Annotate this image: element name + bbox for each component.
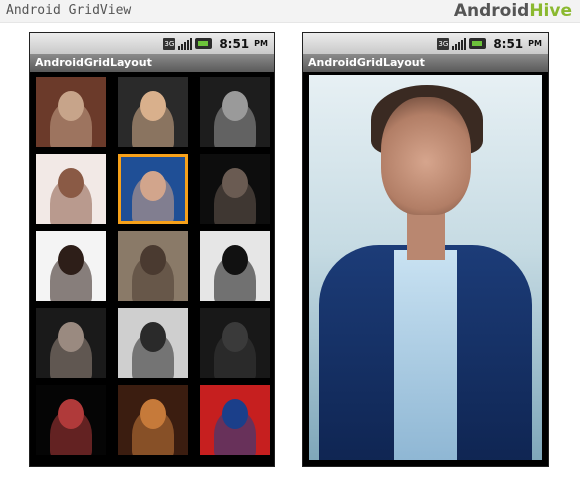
brand-logo: AndroidHive xyxy=(454,1,572,21)
brand-logo-part2: Hive xyxy=(529,1,572,21)
grid-thumbnail[interactable] xyxy=(36,308,106,378)
signal-icon xyxy=(452,37,467,50)
status-bar: 3G 8:51 PM xyxy=(30,33,274,54)
thumbnail-face xyxy=(222,91,248,121)
grid-thumbnail[interactable] xyxy=(200,231,270,301)
thumbnail-face xyxy=(58,322,84,352)
grid-thumbnail[interactable] xyxy=(118,77,188,147)
phone-screen-gridview: 3G 8:51 PM AndroidGridLayout xyxy=(29,32,275,467)
thumbnail-face xyxy=(140,91,166,121)
image-grid xyxy=(36,77,270,455)
status-icons: 3G 8:51 PM xyxy=(437,36,542,51)
battery-icon xyxy=(469,38,487,49)
thumbnail-face xyxy=(58,245,84,275)
network-3g-icon: 3G xyxy=(437,37,450,50)
portrait-shirt xyxy=(394,250,457,460)
thumbnail-face xyxy=(140,322,166,352)
grid-thumbnail[interactable] xyxy=(36,231,106,301)
phone-screen-fullimage: 3G 8:51 PM AndroidGridLayout xyxy=(302,32,549,467)
grid-thumbnail[interactable] xyxy=(200,308,270,378)
battery-icon xyxy=(195,38,213,49)
thumbnail-face xyxy=(222,168,248,198)
page-header: Android GridView AndroidHive xyxy=(0,0,580,23)
app-title-bar: AndroidGridLayout xyxy=(30,54,274,72)
signal-icon xyxy=(178,37,193,50)
grid-thumbnail[interactable] xyxy=(118,385,188,455)
status-bar: 3G 8:51 PM xyxy=(303,33,548,54)
status-icons: 3G 8:51 PM xyxy=(163,36,268,51)
grid-thumbnail[interactable] xyxy=(36,77,106,147)
thumbnail-face xyxy=(140,171,166,201)
grid-thumbnail[interactable] xyxy=(200,385,270,455)
status-time: 8:51 xyxy=(493,36,524,51)
status-ampm: PM xyxy=(528,39,542,48)
thumbnail-face xyxy=(140,245,166,275)
grid-thumbnail[interactable] xyxy=(200,154,270,224)
thumbnail-face xyxy=(58,399,84,429)
portrait-head xyxy=(381,97,471,215)
full-image-view[interactable] xyxy=(309,75,542,460)
grid-thumbnail[interactable] xyxy=(118,308,188,378)
thumbnail-face xyxy=(222,322,248,352)
status-ampm: PM xyxy=(254,39,268,48)
thumbnail-face xyxy=(58,168,84,198)
page-title: Android GridView xyxy=(6,3,132,18)
thumbnail-face xyxy=(58,91,84,121)
grid-thumbnail[interactable] xyxy=(118,231,188,301)
thumbnail-face xyxy=(140,399,166,429)
brand-logo-part1: Android xyxy=(453,1,530,21)
app-title-bar: AndroidGridLayout xyxy=(303,54,548,72)
network-3g-icon: 3G xyxy=(163,37,176,50)
grid-thumbnail[interactable] xyxy=(36,385,106,455)
grid-thumbnail[interactable] xyxy=(118,154,188,224)
thumbnail-face xyxy=(222,399,248,429)
grid-thumbnail[interactable] xyxy=(200,77,270,147)
grid-thumbnail[interactable] xyxy=(36,154,106,224)
thumbnail-face xyxy=(222,245,248,275)
status-time: 8:51 xyxy=(219,36,250,51)
